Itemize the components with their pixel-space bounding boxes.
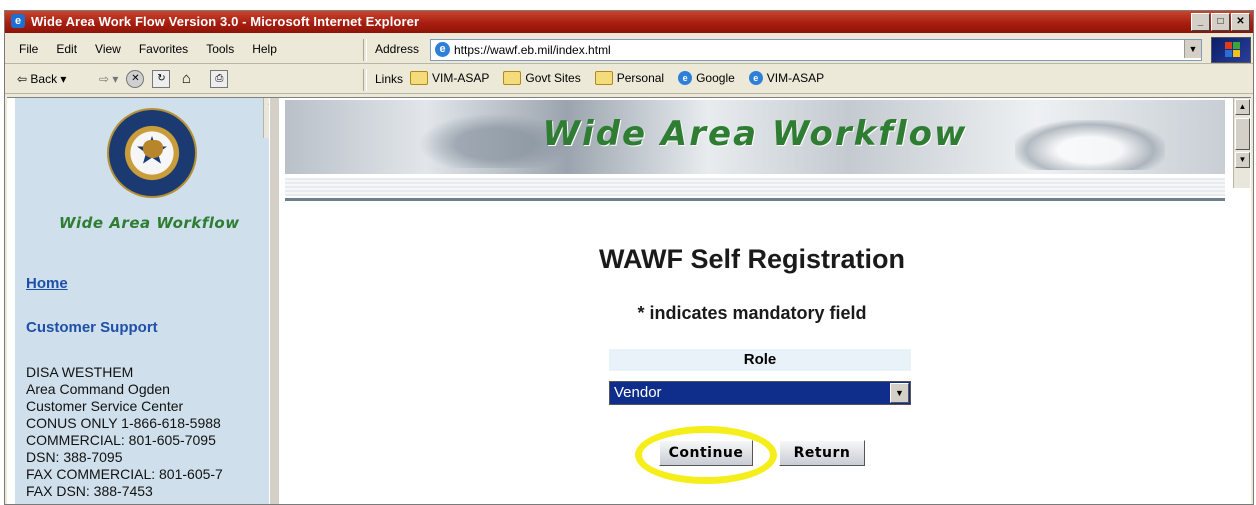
link-vim-asap-page[interactable]: e VIM-ASAP [748,71,825,85]
ie-page-icon: e [678,71,693,85]
mandatory-note: * indicates mandatory field [637,303,867,323]
sidebar-logo-text: Wide Area Workflow [59,214,240,232]
contact-line: DSN: 388-7095 [26,449,123,465]
main-frame-scrollbar[interactable]: ▲ ▼ [1233,98,1250,188]
address-dropdown-icon[interactable]: ▼ [1184,40,1201,58]
scroll-up-icon[interactable]: ▲ [1235,99,1250,115]
left-frame: Wide Area Workflow Home Customer Support… [15,98,269,504]
address-bar[interactable]: e https://wawf.eb.mil/index.html ▼ [430,39,1202,61]
title-bar: e Wide Area Work Flow Version 3.0 - Micr… [5,11,1253,33]
contact-info: DISA WESTHEM Area Command Ogden Customer… [26,364,223,500]
main-frame: Wide Area Workflow ▲ ▼ WAWF Self Registr… [279,98,1251,504]
contact-line: FAX DSN: 388-7453 [26,483,153,499]
menu-help[interactable]: Help [252,42,277,56]
scroll-down-icon[interactable]: ▼ [1235,152,1250,168]
window-controls: _ □ ✕ [1191,13,1250,31]
menu-edit[interactable]: Edit [56,42,77,56]
contact-line: Customer Service Center [26,398,184,414]
back-button[interactable]: ⇦ Back ▾ [17,72,66,86]
links-bar: VIM-ASAP Govt Sites Personal e Google e … [410,71,824,85]
banner-divider [285,198,1225,201]
link-label: VIM-ASAP [432,71,490,85]
browser-window: e Wide Area Work Flow Version 3.0 - Micr… [4,10,1254,505]
chevron-down-icon[interactable]: ▼ [890,383,909,403]
banner-strip [285,178,1225,196]
menu-bar: File Edit View Favorites Tools Help Addr… [5,35,1253,64]
link-personal[interactable]: Personal [594,71,665,85]
window-title: Wide Area Work Flow Version 3.0 - Micros… [31,14,420,29]
home-link[interactable]: Home [26,275,68,292]
contact-line: Area Command Ogden [26,381,170,397]
contact-line: DISA WESTHEM [26,364,134,380]
link-label: Govt Sites [525,71,581,85]
toolbar-separator [363,69,367,91]
menu-file[interactable]: File [19,42,38,56]
contact-line: FAX COMMERCIAL: 801-605-7 [26,466,223,482]
page-content: Wide Area Workflow Home Customer Support… [7,97,1251,504]
folder-icon [594,71,613,85]
close-button[interactable]: ✕ [1231,13,1250,31]
link-label: Google [696,71,735,85]
link-vim-asap-folder[interactable]: VIM-ASAP [410,71,489,85]
role-select[interactable]: Vendor ▼ [609,381,911,405]
continue-button[interactable]: Continue [659,440,753,466]
role-select-value[interactable]: Vendor [614,382,662,404]
contact-line: COMMERCIAL: 801-605-7095 [26,432,216,448]
link-google[interactable]: e Google [678,71,735,85]
header-banner: Wide Area Workflow [285,100,1225,174]
contact-line: CONUS ONLY 1-866-618-5988 [26,415,221,431]
windows-logo-icon [1211,37,1251,63]
folder-icon [410,71,428,85]
scroll-thumb[interactable] [1235,118,1250,150]
maximize-button[interactable]: □ [1211,13,1230,31]
dod-seal-icon [107,108,197,198]
forward-button[interactable]: ⇨ ▾ [99,72,118,86]
standard-toolbar: ⇦ Back ▾ ⇨ ▾ ✕ ↻ ⌂ ⎙ Links VIM-ASAP Govt… [5,65,1253,94]
menu-tools[interactable]: Tools [206,42,234,56]
banner-title: Wide Area Workflow [542,114,968,154]
links-label: Links [375,72,404,86]
menu-favorites[interactable]: Favorites [139,42,188,56]
ie-app-icon: e [11,14,25,28]
address-label: Address [375,42,420,56]
refresh-icon[interactable]: ↻ [152,70,171,88]
menu-view[interactable]: View [95,42,121,56]
toolbar-separator [363,39,367,61]
page-title: WAWF Self Registration [598,244,906,274]
minimize-button[interactable]: _ [1191,13,1210,31]
print-icon[interactable]: ⎙ [210,70,229,88]
link-label: Personal [616,71,665,85]
stop-icon[interactable]: ✕ [126,70,145,88]
home-icon[interactable]: ⌂ [178,71,194,87]
role-label: Role [609,349,911,371]
folder-icon [503,71,522,85]
link-govt-sites[interactable]: Govt Sites [503,71,581,85]
ie-page-icon: e [435,42,450,57]
return-button[interactable]: Return [779,440,865,466]
link-label: VIM-ASAP [766,71,825,85]
address-url[interactable]: https://wawf.eb.mil/index.html [454,43,611,57]
customer-support-link[interactable]: Customer Support [26,319,158,336]
ie-page-icon: e [748,71,763,85]
